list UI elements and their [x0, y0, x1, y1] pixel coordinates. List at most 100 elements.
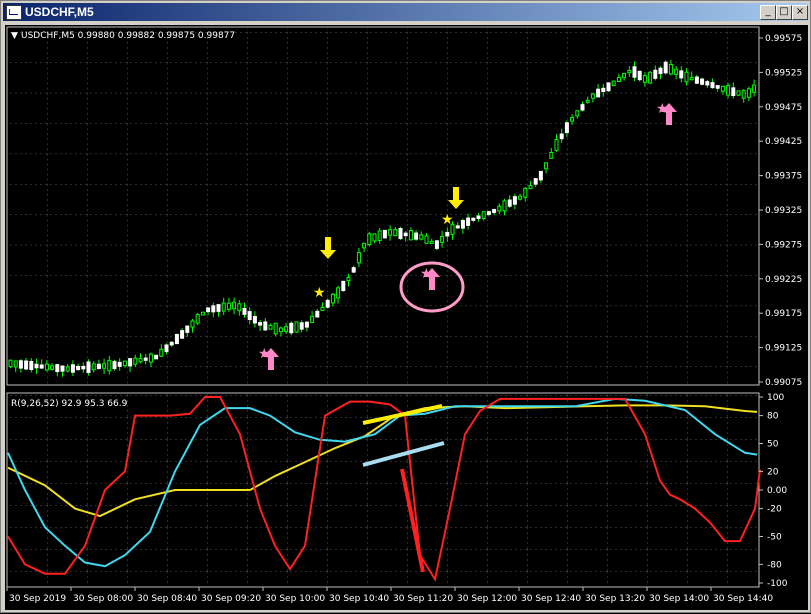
candle-body	[512, 196, 517, 205]
candle-body	[133, 357, 138, 365]
candle-body	[211, 305, 216, 313]
time-axis-label: 30 Sep 11:20	[393, 594, 453, 604]
time-axis-label: 30 Sep 2019	[9, 594, 66, 604]
candle-body	[346, 276, 351, 282]
price-axis-label: 0.99525	[765, 68, 802, 78]
price-axis-label: 0.99375	[765, 172, 802, 182]
candle-body	[466, 217, 471, 226]
price-panel-header: USDCHF,M5 0.99880 0.99882 0.99875 0.9987…	[21, 31, 235, 41]
candle-body	[325, 299, 330, 308]
candle-body	[518, 195, 523, 200]
candle-body	[507, 199, 512, 207]
indicator-axis-label: -80	[767, 560, 782, 570]
candle-body	[471, 217, 476, 221]
candle-body	[653, 69, 658, 79]
candle-body	[289, 322, 294, 334]
candle-body	[76, 365, 81, 371]
minimize-button[interactable]: _	[760, 5, 776, 20]
candle-body	[237, 303, 242, 312]
candle-body	[502, 200, 507, 212]
maximize-button[interactable]: □	[776, 5, 792, 20]
candle-body	[284, 326, 289, 332]
candle-body	[294, 321, 299, 333]
candle-body	[424, 235, 429, 244]
candle-body	[694, 76, 699, 84]
chart-area[interactable]: ▼ USDCHF,M5 0.99880 0.99882 0.99875 0.99…	[5, 25, 808, 610]
candle-body	[648, 71, 653, 84]
candle-body	[122, 360, 127, 367]
candle-body	[403, 232, 408, 237]
signal-star-icon: ★	[656, 101, 669, 117]
candle-body	[86, 361, 91, 374]
candle-body	[414, 232, 419, 240]
candle-body	[102, 363, 107, 369]
candle-body	[440, 235, 445, 243]
candle-body	[658, 67, 663, 75]
title-bar[interactable]: USDCHF,M5 _ □ ×	[3, 3, 808, 21]
candle-body	[55, 364, 60, 373]
candle-body	[180, 330, 185, 339]
indicator-panel[interactable]: R(9,26,52) 92.9 95.3 66.9	[6, 392, 761, 588]
candle-body	[174, 333, 179, 345]
candle-body	[200, 311, 205, 316]
candle-body	[741, 89, 746, 99]
candle-body	[70, 364, 75, 373]
candle-body	[91, 363, 96, 371]
price-panel[interactable]: ▼ USDCHF,M5 0.99880 0.99882 0.99875 0.99…	[6, 26, 760, 386]
candle-body	[372, 233, 377, 242]
candle-body	[705, 81, 710, 86]
candle-body	[382, 229, 387, 239]
candle-body	[700, 78, 705, 85]
candle-body	[96, 363, 101, 370]
candle-body	[632, 66, 637, 78]
candle-body	[310, 315, 315, 323]
candle-body	[731, 87, 736, 97]
candle-body	[528, 185, 533, 190]
candle-body	[559, 133, 564, 140]
time-axis-label: 30 Sep 10:40	[329, 594, 389, 604]
candle-body	[523, 187, 528, 198]
candle-body	[752, 84, 757, 93]
price-axis[interactable]: 0.99575 0.99525 0.99475 0.99425 0.99375 0.993…	[759, 34, 802, 388]
candle-body	[611, 80, 616, 87]
candle-body	[247, 311, 252, 320]
indicator-axis-label: 0.00	[767, 486, 787, 496]
signal-star-icon: ★	[258, 346, 271, 362]
candle-body	[689, 76, 694, 81]
window-title: USDCHF,M5	[25, 5, 94, 19]
signal-star-icon: ★	[420, 266, 433, 282]
candle-body	[273, 322, 278, 335]
chart-canvas[interactable]: ▼ USDCHF,M5 0.99880 0.99882 0.99875 0.99…	[5, 25, 808, 610]
candle-body	[393, 229, 398, 237]
candle-body	[419, 234, 424, 240]
candle-body	[445, 231, 450, 237]
candle-body	[388, 229, 393, 236]
candle-body	[159, 348, 164, 357]
candle-body	[622, 72, 627, 79]
candle-body	[481, 211, 486, 219]
candle-body	[34, 363, 39, 369]
chart-expand-icon[interactable]: ▼	[11, 31, 18, 41]
indicator-panel-header: R(9,26,52) 92.9 95.3 66.9	[11, 399, 128, 409]
candle-body	[268, 324, 273, 330]
candle-body	[434, 240, 439, 249]
candle-body	[408, 230, 413, 241]
candle-body	[538, 170, 543, 181]
candle-body	[642, 75, 647, 83]
candle-body	[8, 359, 13, 368]
candle-body	[590, 93, 595, 99]
price-axis-label: 0.99175	[765, 309, 802, 319]
candle-body	[351, 267, 356, 273]
candle-body	[367, 233, 372, 245]
candle-body	[377, 230, 382, 241]
candle-body	[726, 85, 731, 96]
candle-body	[169, 341, 174, 346]
candle-body	[263, 321, 268, 331]
close-button[interactable]: ×	[792, 5, 808, 20]
candle-body	[627, 70, 632, 74]
candle-body	[278, 327, 283, 333]
signal-star-icon: ★	[313, 285, 326, 301]
indicator-axis[interactable]: 100 80 50 20 0.00 -20 -50 -80 -100	[759, 393, 788, 589]
indicator-axis-label: 80	[767, 412, 779, 422]
time-axis[interactable]: 30 Sep 2019 30 Sep 08:00 30 Sep 08:40 30 Se…	[6, 587, 773, 604]
